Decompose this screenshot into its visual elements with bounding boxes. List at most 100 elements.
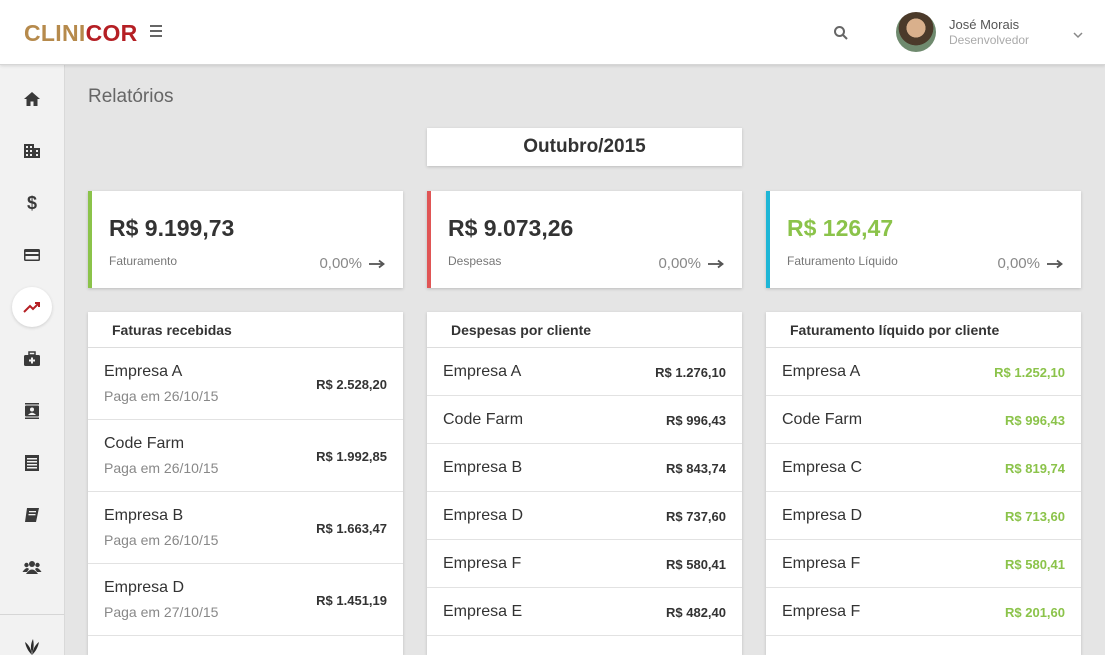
amount: R$ 1.992,85 <box>316 449 387 464</box>
clinicor-logo[interactable]: CLINICOR <box>24 20 138 47</box>
home-icon[interactable] <box>12 79 52 119</box>
client-name: Empresa B <box>443 459 523 476</box>
page-title: Relatórios <box>88 86 174 107</box>
sidebar: $ <box>0 65 65 655</box>
client-name: Empresa F <box>443 555 522 572</box>
dollar-icon[interactable]: $ <box>12 183 52 223</box>
list-item[interactable]: Empresa D R$ 737,60 <box>427 492 742 540</box>
payment-date: Paga em 26/10/15 <box>104 460 219 476</box>
list-item[interactable]: Code Farm R$ 996,43 <box>427 396 742 444</box>
payment-date: Paga em 26/10/15 <box>104 532 219 548</box>
list-item[interactable]: Empresa D R$ 713,60 <box>766 492 1081 540</box>
contacts-icon[interactable] <box>12 391 52 431</box>
net-revenue-by-client-panel: Faturamento líquido por cliente Empresa … <box>766 312 1081 655</box>
hamburger-menu-icon[interactable] <box>150 22 168 42</box>
list-item[interactable]: Empresa D Paga em 27/10/15 R$ 1.451,19 <box>88 564 403 636</box>
chevron-down-icon[interactable] <box>1072 27 1084 39</box>
expenses-accent-bar <box>427 191 431 288</box>
payment-date: Paga em 27/10/15 <box>104 604 219 620</box>
list-item[interactable]: Empresa F R$ 201,60 <box>766 588 1081 636</box>
invoices-panel: Faturas recebidas Empresa A Paga em 26/1… <box>88 312 403 655</box>
top-bar: CLINICOR José Morais Desenvolvedor <box>0 0 1105 65</box>
expenses-value: R$ 9.073,26 <box>448 215 574 241</box>
client-name: Empresa A <box>443 363 522 380</box>
net-revenue-change: 0,00% <box>997 255 1064 272</box>
revenue-value: R$ 9.199,73 <box>109 215 235 241</box>
client-name: Code Farm <box>443 411 524 428</box>
invoices-panel-title: Faturas recebidas <box>88 312 403 348</box>
amount: R$ 482,40 <box>666 605 726 620</box>
client-name: Empresa F <box>782 603 861 620</box>
client-name: Empresa D <box>443 507 524 524</box>
net-revenue-panel-title: Faturamento líquido por cliente <box>766 312 1081 348</box>
user-role: Desenvolvedor <box>949 33 1030 47</box>
search-icon[interactable] <box>832 24 850 42</box>
payment-date: Paga em 26/10/15 <box>104 388 219 404</box>
list-item[interactable]: Code Farm R$ 996,43 <box>766 396 1081 444</box>
amount: R$ 713,60 <box>1005 509 1065 524</box>
amount: R$ 1.451,19 <box>316 593 387 608</box>
net-revenue-card: R$ 126,47 Faturamento Líquido 0,00% <box>766 191 1081 288</box>
arrow-right-icon <box>1047 259 1063 268</box>
amount: R$ 2.528,20 <box>316 377 387 392</box>
revenue-accent-bar <box>88 191 92 288</box>
net-revenue-value: R$ 126,47 <box>787 215 894 241</box>
amount: R$ 996,43 <box>666 413 726 428</box>
expenses-change-value: 0,00% <box>658 255 701 272</box>
expenses-panel-title: Despesas por cliente <box>427 312 742 348</box>
revenue-change: 0,00% <box>319 255 386 272</box>
client-name: Code Farm <box>104 435 185 452</box>
list-item[interactable]: Empresa C R$ 819,74 <box>766 444 1081 492</box>
trending-up-icon[interactable] <box>12 287 52 327</box>
amount: R$ 737,60 <box>666 509 726 524</box>
client-name: Empresa A <box>104 363 183 380</box>
client-name: Empresa D <box>782 507 863 524</box>
client-name: Empresa A <box>782 363 861 380</box>
group-icon[interactable] <box>12 547 52 587</box>
expenses-card: R$ 9.073,26 Despesas 0,00% <box>427 191 742 288</box>
amount: R$ 580,41 <box>666 557 726 572</box>
list-item[interactable]: Empresa B R$ 843,74 <box>427 444 742 492</box>
net-revenue-change-value: 0,00% <box>997 255 1040 272</box>
list-item[interactable]: Empresa A Paga em 26/10/15 R$ 2.528,20 <box>88 348 403 420</box>
client-name: Empresa E <box>443 603 523 620</box>
amount: R$ 843,74 <box>666 461 726 476</box>
net-revenue-label: Faturamento Líquido <box>787 254 898 268</box>
amount: R$ 201,60 <box>1005 605 1065 620</box>
user-avatar[interactable] <box>896 12 936 52</box>
list-item[interactable]: Code Farm Paga em 26/10/15 R$ 1.992,85 <box>88 420 403 492</box>
amount: R$ 996,43 <box>1005 413 1065 428</box>
amount: R$ 580,41 <box>1005 557 1065 572</box>
list-item[interactable]: Empresa E R$ 482,40 <box>427 588 742 636</box>
client-name: Empresa F <box>782 555 861 572</box>
user-name[interactable]: José Morais <box>949 17 1019 32</box>
client-name: Empresa D <box>104 579 185 596</box>
list-item[interactable]: Empresa F R$ 580,41 <box>427 540 742 588</box>
list-item[interactable]: Empresa F R$ 580,41 <box>766 540 1081 588</box>
medical-kit-icon[interactable] <box>12 339 52 379</box>
credit-card-icon[interactable] <box>12 235 52 275</box>
list-item[interactable]: Empresa B Paga em 26/10/15 R$ 1.663,47 <box>88 492 403 564</box>
client-name: Code Farm <box>782 411 863 428</box>
revenue-label: Faturamento <box>109 254 178 268</box>
building-icon[interactable] <box>12 131 52 171</box>
expenses-by-client-panel: Despesas por cliente Empresa A R$ 1.276,1… <box>427 312 742 655</box>
arrow-right-icon <box>708 259 724 268</box>
sidebar-divider <box>0 614 64 615</box>
list-document-icon[interactable] <box>12 443 52 483</box>
amount: R$ 819,74 <box>1005 461 1065 476</box>
client-name: Empresa C <box>782 459 863 476</box>
net-revenue-accent-bar <box>766 191 770 288</box>
amount: R$ 1.252,10 <box>994 365 1065 380</box>
plant-icon[interactable] <box>12 627 52 655</box>
book-icon[interactable] <box>12 495 52 535</box>
revenue-change-value: 0,00% <box>319 255 362 272</box>
expenses-change: 0,00% <box>658 255 725 272</box>
period-selector[interactable]: Outubro/2015 <box>427 128 742 166</box>
list-item[interactable]: Empresa A R$ 1.276,10 <box>427 348 742 396</box>
logo-part-2: COR <box>85 20 138 46</box>
list-item[interactable]: Empresa A R$ 1.252,10 <box>766 348 1081 396</box>
client-name: Empresa B <box>104 507 184 524</box>
svg-text:$: $ <box>27 193 37 213</box>
revenue-card: R$ 9.199,73 Faturamento 0,00% <box>88 191 403 288</box>
